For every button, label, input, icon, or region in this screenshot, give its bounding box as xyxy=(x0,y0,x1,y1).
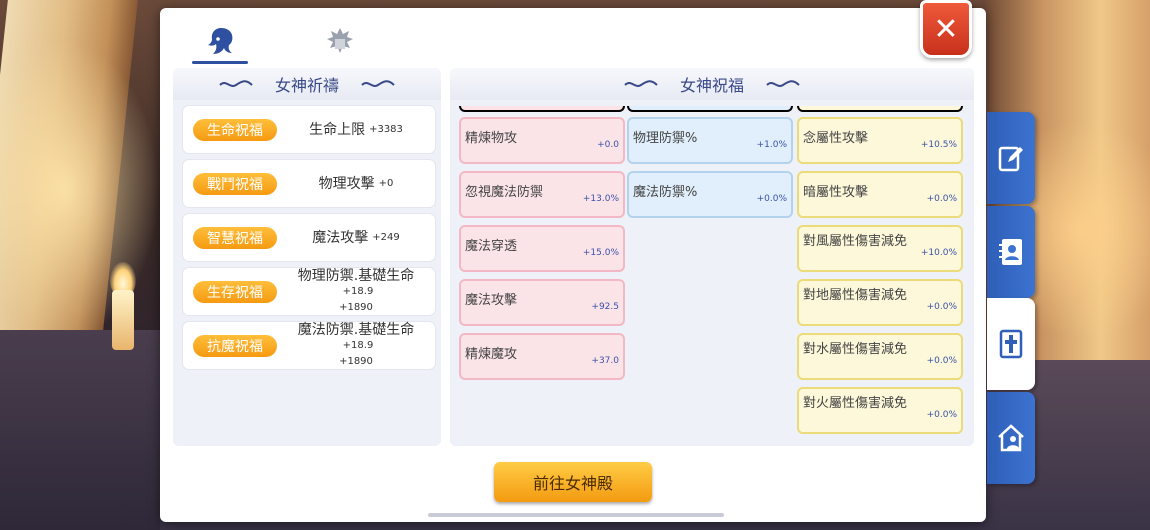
blessing-stat: 魔法防禦.基礎生命 xyxy=(297,321,415,338)
stat-name: 魔法穿透 xyxy=(465,239,518,254)
card-edge xyxy=(627,106,793,112)
card-edge xyxy=(459,106,625,112)
wave-ornament-icon xyxy=(766,80,800,87)
stat-card: 魔法穿透 +15.0% xyxy=(459,225,625,272)
blessing-row: 生存祝福 物理防禦.基礎生命 +18.9 +1890 xyxy=(183,268,435,315)
edit-icon xyxy=(998,146,1023,172)
goddess-head-icon xyxy=(208,28,233,54)
cross-book-icon xyxy=(999,329,1023,359)
home-person-icon xyxy=(998,424,1024,452)
stat-value: +0.0% xyxy=(926,356,957,366)
blessing-bonus-secondary: +1890 xyxy=(339,355,373,367)
side-tab-goddess[interactable] xyxy=(987,298,1035,390)
stat-name: 魔法攻擊 xyxy=(465,293,518,308)
goddess-blessing-panel: ✕ 女神祈禱 生命祝福 生命上限 +3383 戰鬥祝福 物理攻擊 +0 智慧祝福 魔… xyxy=(160,0,986,522)
stat-value: +37.0 xyxy=(591,356,619,366)
stat-value: +1.0% xyxy=(756,140,787,150)
side-tab-edit[interactable] xyxy=(987,112,1035,204)
stat-name: 對水屬性傷害減免 xyxy=(803,342,908,357)
prayer-section-header: 女神祈禱 xyxy=(173,68,441,100)
blue-stat-column: 物理防禦% +1.0% 魔法防禦% +0.0% xyxy=(627,106,793,225)
stat-value: +10.5% xyxy=(920,140,957,150)
go-to-temple-button[interactable]: 前往女神殿 xyxy=(494,462,652,502)
blessing-row: 抗魔祝福 魔法防禦.基礎生命 +18.9 +1890 xyxy=(183,322,435,369)
stat-card: 精煉物攻 +0.0 xyxy=(459,117,625,164)
blessing-stat: 生命上限 xyxy=(309,121,366,138)
stat-card: 物理防禦% +1.0% xyxy=(627,117,793,164)
prayer-section-title: 女神祈禱 xyxy=(274,76,339,95)
blessing-tag: 智慧祝福 xyxy=(193,226,277,249)
blessing-section-title: 女神祝福 xyxy=(679,76,744,95)
wave-ornament-icon xyxy=(361,80,395,87)
goddess-prayer-section: 女神祈禱 生命祝福 生命上限 +3383 戰鬥祝福 物理攻擊 +0 智慧祝福 魔法攻… xyxy=(173,68,441,446)
stat-value: +0.0% xyxy=(756,194,787,204)
stat-value: +15.0% xyxy=(582,248,619,258)
tab-goddess[interactable] xyxy=(190,20,250,64)
stat-card: 魔法攻擊 +92.5 xyxy=(459,279,625,326)
tab-emblem[interactable] xyxy=(310,20,370,64)
stat-card: 魔法防禦% +0.0% xyxy=(627,171,793,218)
stat-value: +13.0% xyxy=(582,194,619,204)
side-tab-contacts[interactable] xyxy=(987,206,1035,298)
stat-value: +0.0% xyxy=(926,410,957,420)
stat-name: 物理防禦% xyxy=(633,131,698,146)
stat-value: +10.0% xyxy=(920,248,957,258)
close-button[interactable]: ✕ xyxy=(920,0,972,58)
goddess-blessing-section[interactable]: 女神祝福 精煉物攻 +0.0 忽視魔法防禦 +13.0% 魔法穿透 +15.0% 魔法… xyxy=(450,68,974,446)
wave-ornament-icon xyxy=(219,80,253,87)
blessing-row: 智慧祝福 魔法攻擊 +249 xyxy=(183,214,435,261)
blessing-bonus: +0 xyxy=(378,177,394,189)
stat-card: 對地屬性傷害減免 +0.0% xyxy=(797,279,963,326)
stat-name: 對地屬性傷害減免 xyxy=(803,288,908,303)
blessing-bonus: +249 xyxy=(372,231,400,243)
stat-name: 對火屬性傷害減免 xyxy=(803,396,908,411)
stat-name: 忽視魔法防禦 xyxy=(465,185,544,200)
emblem-icon xyxy=(327,28,353,53)
stat-name: 精煉物攻 xyxy=(465,131,518,146)
blessing-stat: 魔法攻擊 xyxy=(312,229,369,246)
blessing-section-header: 女神祝福 xyxy=(450,68,974,100)
side-tab-home[interactable] xyxy=(987,392,1035,484)
stat-card: 忽視魔法防禦 +13.0% xyxy=(459,171,625,218)
blessing-tag: 生存祝福 xyxy=(193,280,277,303)
wave-ornament-icon xyxy=(624,80,658,87)
stat-name: 念屬性攻擊 xyxy=(803,131,869,146)
card-edge xyxy=(797,106,963,112)
stat-card: 對水屬性傷害減免 +0.0% xyxy=(797,333,963,380)
scroll-indicator[interactable] xyxy=(428,513,724,517)
blessing-bonus: +18.9 xyxy=(342,339,374,351)
contact-book-icon xyxy=(999,239,1022,265)
top-tab-bar xyxy=(190,20,370,66)
stat-card: 對火屬性傷害減免 +0.0% xyxy=(797,387,963,434)
pink-stat-column: 精煉物攻 +0.0 忽視魔法防禦 +13.0% 魔法穿透 +15.0% 魔法攻擊 +92… xyxy=(459,106,625,387)
blessing-tag: 抗魔祝福 xyxy=(193,334,277,357)
stat-name: 魔法防禦% xyxy=(633,185,698,200)
stat-card: 對風屬性傷害減免 +10.0% xyxy=(797,225,963,272)
stat-value: +0.0% xyxy=(926,302,957,312)
blessing-list: 生命祝福 生命上限 +3383 戰鬥祝福 物理攻擊 +0 智慧祝福 魔法攻擊 +249… xyxy=(183,106,435,376)
stat-value: +0.0 xyxy=(597,140,619,150)
stat-card: 精煉魔攻 +37.0 xyxy=(459,333,625,380)
blessing-tag: 戰鬥祝福 xyxy=(193,172,277,195)
stat-value: +0.0% xyxy=(926,194,957,204)
blessing-row: 戰鬥祝福 物理攻擊 +0 xyxy=(183,160,435,207)
yellow-stat-column: 念屬性攻擊 +10.5% 暗屬性攻擊 +0.0% 對風屬性傷害減免 +10.0% 對地… xyxy=(797,106,963,441)
blessing-bonus: +3383 xyxy=(369,123,403,135)
blessing-row: 生命祝福 生命上限 +3383 xyxy=(183,106,435,153)
blessing-bonus: +18.9 xyxy=(342,285,374,297)
stat-name: 暗屬性攻擊 xyxy=(803,185,869,200)
blessing-stat: 物理防禦.基礎生命 xyxy=(297,267,415,284)
blessing-tag: 生命祝福 xyxy=(193,118,277,141)
stat-card: 暗屬性攻擊 +0.0% xyxy=(797,171,963,218)
stat-name: 精煉魔攻 xyxy=(465,347,518,362)
stat-card: 念屬性攻擊 +10.5% xyxy=(797,117,963,164)
blessing-bonus-secondary: +1890 xyxy=(339,301,373,313)
blessing-stat: 物理攻擊 xyxy=(318,175,375,192)
stat-value: +92.5 xyxy=(591,302,619,312)
stat-name: 對風屬性傷害減免 xyxy=(803,234,908,249)
